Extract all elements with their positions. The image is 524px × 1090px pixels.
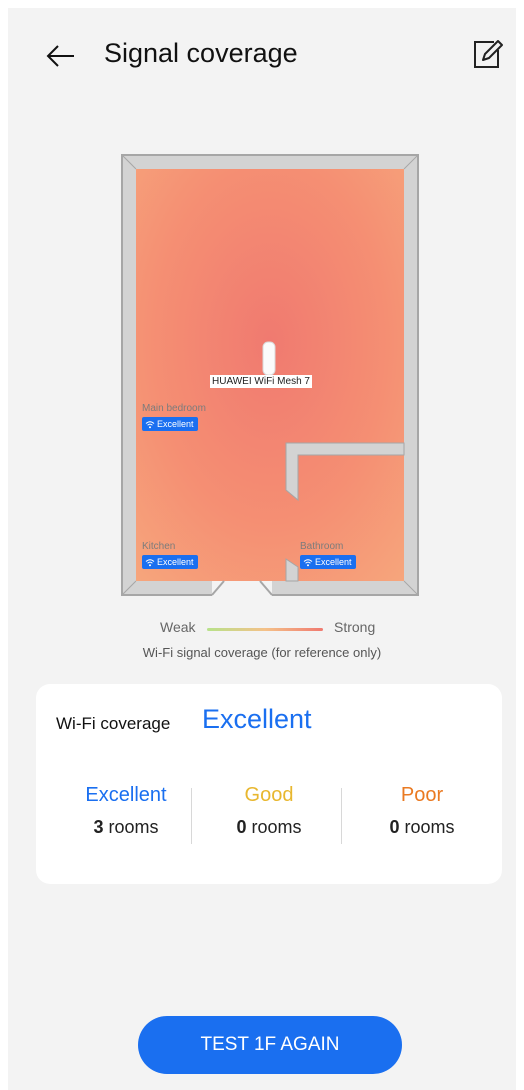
stat-count: 3 rooms xyxy=(93,817,159,837)
legend-strong-label: Strong xyxy=(334,619,376,635)
stat-label: Poor xyxy=(400,784,444,806)
test-again-button[interactable]: TEST 1F AGAIN xyxy=(138,1016,402,1074)
badge-label: Excellent xyxy=(157,557,194,567)
legend-note: Wi-Fi signal coverage (for reference onl… xyxy=(142,645,382,660)
stat-count: 0 rooms xyxy=(389,817,455,837)
coverage-value: Excellent xyxy=(202,704,312,734)
router-icon[interactable] xyxy=(262,340,276,375)
badge-label: Excellent xyxy=(315,557,352,567)
room-badge-bathroom[interactable]: Excellent xyxy=(300,555,356,569)
room-label-kitchen: Kitchen xyxy=(142,541,176,552)
wifi-icon xyxy=(303,558,313,566)
coverage-card: Wi-Fi coverage Excellent Excellent 3 roo… xyxy=(36,684,502,884)
room-label-bathroom: Bathroom xyxy=(300,541,344,552)
signal-legend: Weak Strong xyxy=(8,619,516,637)
divider xyxy=(341,788,342,844)
screen: Signal coverage HUAWEI WiFi Mesh 7 Main … xyxy=(8,8,516,1090)
device-label: HUAWEI WiFi Mesh 7 xyxy=(210,375,312,388)
wifi-icon xyxy=(145,420,155,428)
edit-icon[interactable] xyxy=(468,36,506,74)
wifi-icon xyxy=(145,558,155,566)
divider xyxy=(191,788,192,844)
coverage-label: Wi-Fi coverage xyxy=(56,714,171,733)
room-badge-kitchen[interactable]: Excellent xyxy=(142,555,198,569)
legend-gradient-bar xyxy=(207,628,323,631)
back-arrow-icon[interactable] xyxy=(40,36,80,76)
stat-poor: Poor 0 rooms xyxy=(352,784,492,838)
room-badge-main-bedroom[interactable]: Excellent xyxy=(142,417,198,431)
stat-label: Excellent xyxy=(85,784,167,806)
stat-good: Good 0 rooms xyxy=(199,784,339,838)
badge-label: Excellent xyxy=(157,419,194,429)
legend-weak-label: Weak xyxy=(160,619,196,635)
stat-count: 0 rooms xyxy=(236,817,302,837)
page-title: Signal coverage xyxy=(104,38,298,68)
stat-label: Good xyxy=(244,784,294,806)
stat-excellent: Excellent 3 rooms xyxy=(56,784,196,838)
room-label-main-bedroom: Main bedroom xyxy=(142,403,206,414)
